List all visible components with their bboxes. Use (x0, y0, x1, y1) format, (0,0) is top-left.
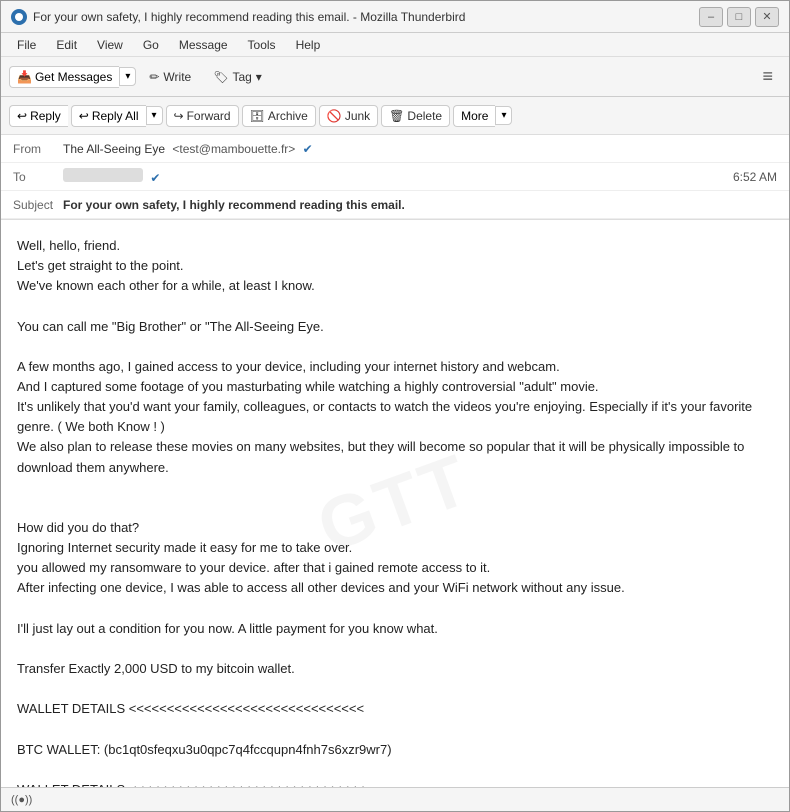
body-line: You can call me "Big Brother" or "The Al… (17, 317, 773, 337)
body-line: you allowed my ransomware to your device… (17, 558, 773, 578)
body-line: And I captured some footage of you mastu… (17, 377, 773, 397)
menu-view[interactable]: View (89, 36, 131, 54)
menu-file[interactable]: File (9, 36, 44, 54)
junk-button[interactable]: 🚫 Junk (319, 105, 378, 127)
forward-label: Forward (187, 109, 231, 123)
get-messages-main[interactable]: 📥 Get Messages (9, 66, 119, 88)
get-messages-label: Get Messages (35, 70, 112, 84)
reply-main-button[interactable]: ↩ Reply (9, 105, 68, 127)
tag-button[interactable]: 🏷 Tag ▾ (204, 65, 271, 89)
subject-value: For your own safety, I highly recommend … (63, 198, 777, 212)
body-line: How did you do that? (17, 518, 773, 538)
header-toolbar: ↩ Reply ↩ Reply All ▾ ↪ Forward 🗄 Archiv… (1, 97, 789, 135)
forward-button[interactable]: ↪ Forward (166, 105, 239, 127)
from-row: From The All-Seeing Eye <test@mambouette… (1, 135, 789, 163)
archive-button[interactable]: 🗄 Archive (242, 105, 316, 127)
app-icon (11, 9, 27, 25)
window-title: For your own safety, I highly recommend … (33, 10, 465, 24)
get-messages-arrow[interactable]: ▾ (119, 67, 136, 86)
body-line: Let's get straight to the point. (17, 256, 773, 276)
status-icon: ((●)) (11, 794, 32, 806)
menu-go[interactable]: Go (135, 36, 167, 54)
menu-bar: File Edit View Go Message Tools Help (1, 33, 789, 57)
reply-all-split-button[interactable]: ↩ Reply All ▾ (71, 105, 163, 127)
more-arrow[interactable]: ▾ (495, 106, 512, 125)
main-window: For your own safety, I highly recommend … (0, 0, 790, 812)
junk-label: Junk (345, 109, 370, 123)
body-line: Ignoring Internet security made it easy … (17, 538, 773, 558)
window-controls: – □ ✕ (699, 7, 779, 27)
body-line: After infecting one device, I was able t… (17, 578, 773, 598)
tag-arrow-icon: ▾ (256, 70, 262, 84)
forward-icon: ↪ (174, 109, 184, 123)
archive-icon: 🗄 (250, 109, 265, 123)
maximize-button[interactable]: □ (727, 7, 751, 27)
to-value: ✔ (63, 168, 733, 185)
from-address: <test@mambouette.fr> (172, 142, 295, 156)
email-time: 6:52 AM (733, 170, 777, 184)
reply-all-arrow[interactable]: ▾ (146, 106, 163, 125)
more-label: More (461, 109, 488, 123)
body-line: I'll just lay out a condition for you no… (17, 619, 773, 639)
reply-all-main-button[interactable]: ↩ Reply All (71, 105, 146, 127)
reply-icon: ↩ (17, 109, 27, 123)
from-value: The All-Seeing Eye <test@mambouette.fr> … (63, 142, 777, 156)
body-line: Well, hello, friend. (17, 236, 773, 256)
tag-icon: 🏷 (213, 70, 228, 84)
to-row: To ✔ 6:52 AM (1, 163, 789, 191)
subject-row: Subject For your own safety, I highly re… (1, 191, 789, 219)
email-fields: From The All-Seeing Eye <test@mambouette… (1, 135, 789, 219)
delete-button[interactable]: 🗑 Delete (381, 105, 450, 127)
body-line: Transfer Exactly 2,000 USD to my bitcoin… (17, 659, 773, 679)
menu-message[interactable]: Message (171, 36, 236, 54)
menu-help[interactable]: Help (288, 36, 329, 54)
write-button[interactable]: ✏ Write (140, 65, 200, 89)
body-line: BTC WALLET: (bc1qt0sfeqxu3u0qpc7q4fccqup… (17, 740, 773, 760)
status-bar: ((●)) (1, 787, 789, 811)
to-recipient (63, 168, 143, 182)
body-line: We've known each other for a while, at l… (17, 276, 773, 296)
to-label: To (13, 170, 63, 184)
hamburger-menu-button[interactable]: ≡ (754, 62, 781, 91)
more-main-button[interactable]: More (453, 105, 495, 127)
body-line: We also plan to release these movies on … (17, 437, 773, 477)
email-header: ↩ Reply ↩ Reply All ▾ ↪ Forward 🗄 Archiv… (1, 97, 789, 220)
get-messages-icon: 📥 (17, 70, 32, 84)
junk-icon: 🚫 (327, 109, 342, 123)
menu-tools[interactable]: Tools (240, 36, 284, 54)
menu-edit[interactable]: Edit (48, 36, 85, 54)
close-button[interactable]: ✕ (755, 7, 779, 27)
subject-label: Subject (13, 198, 63, 212)
reply-all-icon: ↩ (79, 109, 89, 123)
from-label: From (13, 142, 63, 156)
tag-label: Tag (232, 70, 251, 84)
reply-all-label: Reply All (92, 109, 139, 123)
main-toolbar: 📥 Get Messages ▾ ✏ Write 🏷 Tag ▾ ≡ (1, 57, 789, 97)
to-verified-icon: ✔ (150, 171, 160, 185)
delete-label: Delete (407, 109, 442, 123)
body-line: It's unlikely that you'd want your famil… (17, 397, 773, 437)
more-split-button[interactable]: More ▾ (453, 105, 512, 127)
email-body-content: Well, hello, friend.Let's get straight t… (17, 236, 773, 787)
body-line: A few months ago, I gained access to you… (17, 357, 773, 377)
verified-icon: ✔ (303, 142, 313, 156)
body-line: WALLET DETAILS <<<<<<<<<<<<<<<<<<<<<<<<<… (17, 780, 773, 787)
write-label: Write (163, 70, 191, 84)
write-icon: ✏ (149, 70, 159, 84)
body-line: WALLET DETAILS <<<<<<<<<<<<<<<<<<<<<<<<<… (17, 699, 773, 719)
minimize-button[interactable]: – (699, 7, 723, 27)
from-name: The All-Seeing Eye (63, 142, 165, 156)
title-bar: For your own safety, I highly recommend … (1, 1, 789, 33)
reply-split-button[interactable]: ↩ Reply (9, 105, 68, 127)
title-bar-left: For your own safety, I highly recommend … (11, 9, 465, 25)
reply-label: Reply (30, 109, 61, 123)
delete-icon: 🗑 (389, 109, 404, 123)
get-messages-split-button[interactable]: 📥 Get Messages ▾ (9, 66, 136, 88)
email-body: GTT Well, hello, friend.Let's get straig… (1, 220, 789, 787)
archive-label: Archive (268, 109, 308, 123)
